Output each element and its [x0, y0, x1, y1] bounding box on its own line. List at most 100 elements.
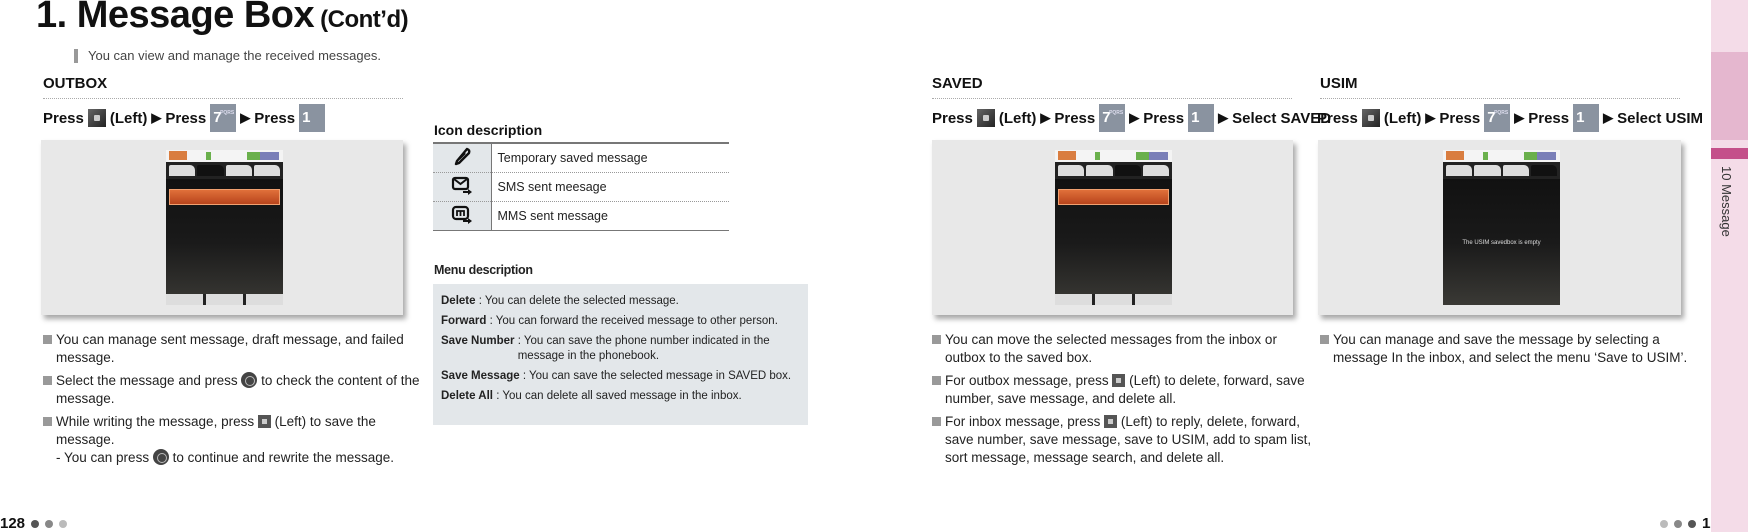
press-label: Press — [43, 109, 84, 127]
dot-icon — [1688, 519, 1696, 528]
bullet-text: For inbox message, press — [945, 414, 1101, 429]
press-label: Press — [1528, 109, 1570, 127]
key-7-icon: 7 PQRS — [1099, 104, 1126, 132]
menu-term: Forward — [441, 315, 487, 327]
arrow-icon: ▶ — [1425, 110, 1436, 125]
key-1-icon: 1 — [1188, 104, 1215, 132]
chapter-label: 10 Message — [1719, 166, 1734, 237]
phone-screen — [1055, 150, 1172, 305]
mms-sent-icon — [433, 200, 492, 231]
key-1-icon: 1 — [299, 104, 326, 132]
menu-item-save-number: Save Number : You can save the phone num… — [441, 334, 800, 364]
phone-tabs — [166, 162, 283, 179]
key-digit: 1 — [302, 109, 311, 126]
key-7-icon: 7 PQRS — [1484, 104, 1511, 132]
left-softkey-icon — [1361, 109, 1380, 127]
usim-steps: Press (Left) ▶ Press 7 PQRS ▶ Press 1 ▶ S… — [1317, 104, 1703, 132]
chapter-sidebar: 10 Message — [1711, 0, 1748, 532]
press-label: Press — [165, 109, 207, 127]
key-letters: PQRS — [1109, 110, 1124, 116]
table-row: SMS sent meesage — [433, 171, 729, 201]
key-1-icon: 1 — [1573, 104, 1600, 132]
outbox-heading: OUTBOX — [43, 75, 108, 92]
bullet-item: You can move the selected messages from … — [932, 331, 1312, 367]
table-row: Temporary saved message — [433, 142, 729, 172]
divider — [43, 98, 403, 99]
sidebar-band — [1711, 52, 1748, 140]
pencil-icon — [433, 142, 492, 172]
left-softkey-icon — [87, 109, 106, 127]
menu-desc: : You can save the selected message in S… — [522, 370, 792, 382]
press-label: Press — [254, 109, 296, 127]
arrow-icon: ▶ — [1514, 110, 1525, 125]
left-softkey-icon — [257, 415, 271, 428]
title-suffix: (Cont’d) — [320, 6, 409, 33]
usim-screenshot: The USIM savedbox is empty — [1318, 140, 1681, 315]
saved-screenshot — [932, 140, 1293, 315]
press-label: Press — [1143, 109, 1185, 127]
menu-desc: : You can delete the selected message. — [478, 295, 679, 307]
key-digit: 1 — [1576, 109, 1585, 126]
press-label: Press — [932, 109, 973, 127]
empty-message: The USIM savedbox is empty — [1462, 240, 1541, 246]
dot-icon — [1674, 519, 1682, 528]
page-number: 128 — [0, 515, 26, 532]
left-label: (Left) — [998, 109, 1037, 127]
select-label: Select USIM — [1617, 109, 1703, 127]
saved-bullets: You can move the selected messages from … — [932, 331, 1312, 472]
table-row: MMS sent message — [433, 200, 729, 231]
divider — [932, 98, 1292, 99]
usim-bullets: You can manage and save the message by s… — [1320, 331, 1705, 372]
press-label: Press — [1054, 109, 1096, 127]
phone-tabs — [1443, 162, 1560, 179]
left-label: (Left) — [1383, 109, 1422, 127]
left-softkey-icon — [976, 109, 995, 127]
press-label: Press — [1439, 109, 1481, 127]
softkey-bar — [166, 294, 283, 305]
arrow-icon: ▶ — [151, 110, 162, 125]
ok-key-icon — [152, 449, 169, 465]
bullet-text: - You can press — [56, 450, 150, 465]
page-title: 1. Message Box (Cont’d) — [36, 0, 409, 37]
phone-screen — [166, 150, 283, 305]
outbox-steps: Press (Left) ▶ Press 7 PQRS ▶ Press 1 — [43, 104, 326, 132]
chapter-marker — [1711, 148, 1748, 159]
selected-message-row — [169, 189, 280, 205]
menu-term: Save Number — [441, 335, 515, 347]
arrow-icon: ▶ — [1129, 110, 1140, 125]
bullet-text: Select the message and press — [56, 373, 238, 388]
ok-key-icon — [241, 372, 258, 388]
menu-desc: : You can forward the received message t… — [489, 315, 778, 327]
usim-heading: USIM — [1320, 75, 1358, 92]
phone-tabs — [1055, 162, 1172, 179]
bullet-item: Select the message and press to check th… — [43, 372, 423, 408]
menu-term: Delete All — [441, 390, 493, 402]
menu-term: Delete — [441, 295, 476, 307]
left-softkey-icon — [1112, 374, 1126, 387]
title-text: 1. Message Box — [36, 0, 315, 36]
bullet-item: While writing the message, press (Left) … — [43, 413, 423, 467]
bullet-item: For inbox message, press (Left) to reply… — [932, 413, 1312, 467]
status-bar — [1443, 150, 1560, 162]
left-label: (Left) — [109, 109, 148, 127]
icon-label: MMS sent message — [491, 200, 729, 231]
softkey-bar — [1055, 294, 1172, 305]
bullet-item: You can manage sent message, draft messa… — [43, 331, 423, 367]
dot-icon — [59, 519, 68, 528]
saved-steps: Press (Left) ▶ Press 7 PQRS ▶ Press 1 ▶ S… — [932, 104, 1331, 132]
saved-heading: SAVED — [932, 75, 983, 92]
key-letters: PQRS — [1494, 110, 1509, 116]
selected-message-row — [1058, 189, 1169, 205]
icon-label: SMS sent meesage — [491, 171, 729, 201]
dot-icon — [31, 519, 40, 528]
menu-item-delete-all: Delete All : You can delete all saved me… — [441, 389, 800, 404]
dot-icon — [45, 519, 54, 528]
menu-desc: : You can delete all saved message in th… — [496, 390, 742, 402]
left-softkey-icon — [1104, 415, 1118, 428]
bullet-text: to continue and rewrite the message. — [172, 450, 394, 465]
menu-item-save-message: Save Message : You can save the selected… — [441, 369, 800, 384]
phone-screen: The USIM savedbox is empty — [1443, 150, 1560, 305]
sms-sent-icon — [433, 171, 492, 201]
dot-icon — [1660, 519, 1668, 528]
press-label: Press — [1317, 109, 1358, 127]
